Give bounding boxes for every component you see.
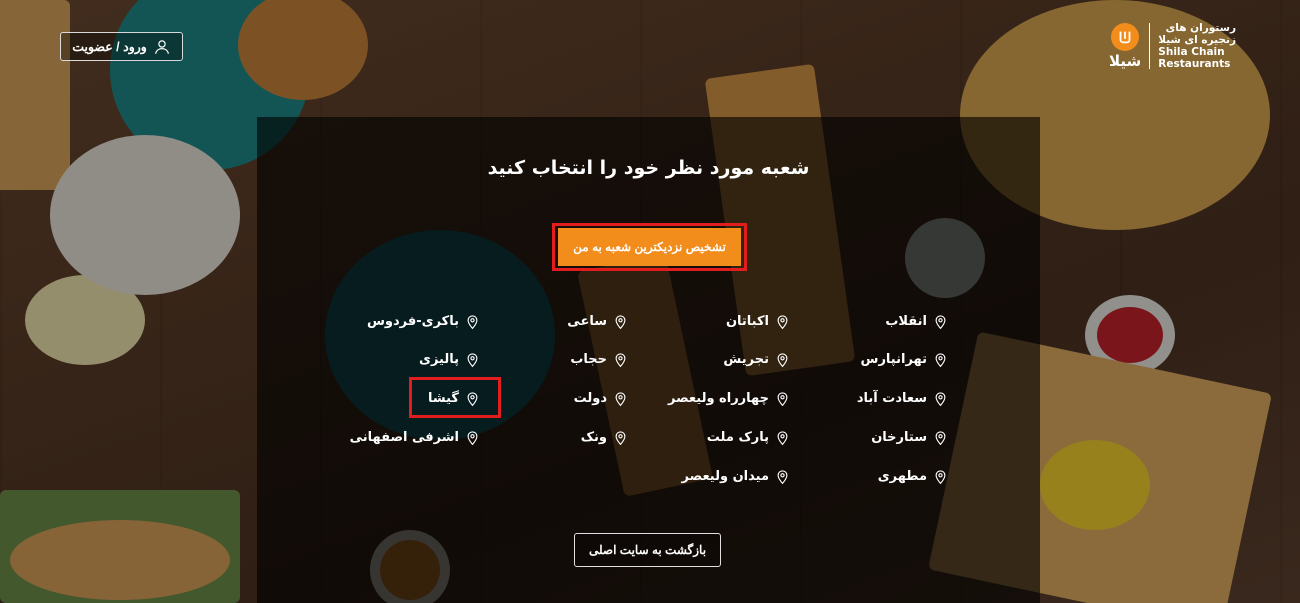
map-pin-icon: [777, 314, 788, 329]
map-pin-icon: [935, 430, 946, 445]
find-nearest-branch-button[interactable]: تشخیص نزدیکترین شعبه به من: [558, 228, 741, 266]
branch-item[interactable]: اکباتان: [726, 311, 790, 331]
branch-label: پارک ملت: [706, 429, 769, 445]
branch-item[interactable]: تجریش: [723, 349, 790, 369]
branch-item[interactable]: پالیزی: [419, 349, 480, 369]
branch-item[interactable]: تهرانپارس: [861, 349, 949, 369]
map-pin-icon: [777, 391, 788, 406]
branch-item[interactable]: دولت: [574, 388, 628, 408]
branch-label: سعادت آباد: [856, 390, 927, 406]
branch-label: ساعی: [567, 313, 607, 329]
branch-label: ستارخان: [871, 429, 927, 445]
branch-label: اشرفی اصفهانی: [349, 429, 459, 445]
branch-item[interactable]: چهارراه ولیعصر: [668, 388, 790, 408]
branch-item[interactable]: ستارخان: [871, 427, 948, 447]
branch-label: اکباتان: [725, 313, 769, 329]
map-pin-icon: [777, 430, 788, 445]
page-title: شعبه مورد نظر خود را انتخاب کنید: [487, 157, 810, 179]
branch-item[interactable]: انقلاب: [885, 311, 948, 331]
shila-logo[interactable]: رستوران های زنجیره ای شیلا Shila Chain R…: [1109, 18, 1236, 74]
map-pin-icon: [615, 391, 626, 406]
login-register-label: ورود / عضویت: [72, 40, 147, 54]
logo-text: رستوران های زنجیره ای شیلا Shila Chain R…: [1158, 22, 1236, 70]
back-to-main-site-button[interactable]: بازگشت به سایت اصلی: [574, 533, 721, 567]
branch-label: پالیزی: [419, 351, 459, 367]
logo-wordmark: شیلا: [1109, 51, 1142, 70]
branch-label: تهرانپارس: [860, 351, 928, 367]
branch-item[interactable]: ونک: [581, 427, 628, 447]
login-register-button[interactable]: ورود / عضویت: [60, 32, 183, 61]
highlight-box-gisha: [409, 377, 501, 418]
branch-item[interactable]: باکری-فردوس: [367, 311, 480, 331]
branch-item[interactable]: سعادت آباد: [857, 388, 948, 408]
branch-label: انقلاب: [885, 313, 927, 329]
branch-item[interactable]: مطهری: [878, 466, 948, 486]
user-icon: [154, 39, 169, 54]
branch-item[interactable]: اشرفی اصفهانی: [350, 427, 480, 447]
branch-label: تجریش: [723, 351, 769, 367]
map-pin-icon: [615, 352, 626, 367]
branch-label: میدان ولیعصر: [681, 468, 769, 484]
map-pin-icon: [615, 430, 626, 445]
branch-label: چهارراه ولیعصر: [668, 390, 769, 406]
logo-divider: [1149, 23, 1151, 69]
map-pin-icon: [935, 314, 946, 329]
map-pin-icon: [935, 352, 946, 367]
map-pin-icon: [467, 430, 478, 445]
branch-label: مطهری: [877, 468, 927, 484]
map-pin-icon: [777, 352, 788, 367]
branch-item[interactable]: حجاب: [570, 349, 628, 369]
map-pin-icon: [935, 469, 946, 484]
map-pin-icon: [777, 469, 788, 484]
branch-label: حجاب: [570, 351, 607, 367]
map-pin-icon: [935, 391, 946, 406]
branch-item[interactable]: ساعی: [567, 311, 628, 331]
map-pin-icon: [467, 314, 478, 329]
branch-label: دولت: [573, 390, 607, 406]
branch-item[interactable]: میدان ولیعصر: [682, 466, 790, 486]
branch-label: ونک: [580, 429, 607, 445]
map-pin-icon: [467, 352, 478, 367]
branch-label: باکری-فردوس: [366, 313, 459, 329]
branch-item[interactable]: پارک ملت: [707, 427, 790, 447]
logo-mark: شیلا: [1109, 22, 1142, 70]
shila-logo-icon: [1111, 22, 1140, 51]
map-pin-icon: [615, 314, 626, 329]
